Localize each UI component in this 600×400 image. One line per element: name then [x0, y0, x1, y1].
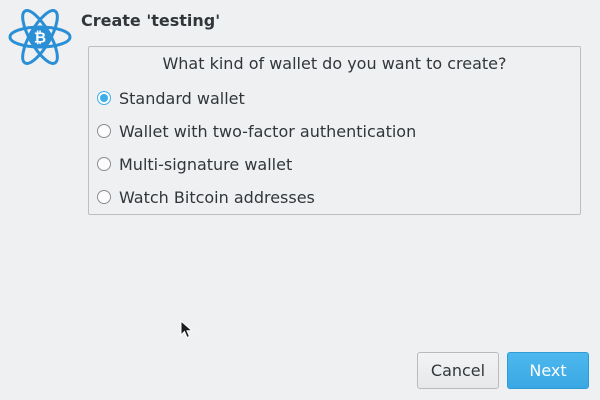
mouse-pointer-icon: [180, 320, 194, 339]
radio-button-checked[interactable]: [97, 91, 111, 105]
radio-option-two-factor-wallet[interactable]: Wallet with two-factor authentication: [97, 120, 416, 142]
cancel-button[interactable]: Cancel: [417, 352, 499, 389]
radio-button[interactable]: [97, 157, 111, 171]
radio-option-multisig-wallet[interactable]: Multi-signature wallet: [97, 153, 292, 175]
wallet-type-group: What kind of wallet do you want to creat…: [88, 46, 581, 215]
wallet-type-question: What kind of wallet do you want to creat…: [162, 54, 507, 73]
next-button[interactable]: Next: [507, 352, 589, 389]
electrum-logo-icon: ₿: [8, 9, 72, 65]
svg-text:₿: ₿: [34, 29, 46, 47]
radio-option-watch-addresses[interactable]: Watch Bitcoin addresses: [97, 186, 315, 208]
radio-button[interactable]: [97, 124, 111, 138]
wallet-wizard-dialog: ₿ Create 'testing' What kind of wallet d…: [0, 0, 600, 400]
radio-button[interactable]: [97, 190, 111, 204]
option-label: Multi-signature wallet: [119, 154, 293, 174]
radio-option-standard-wallet[interactable]: Standard wallet: [97, 87, 245, 109]
option-label: Wallet with two-factor authentication: [119, 121, 417, 141]
option-label: Standard wallet: [119, 88, 245, 108]
option-label: Watch Bitcoin addresses: [119, 187, 315, 207]
dialog-title: Create 'testing': [81, 11, 221, 30]
